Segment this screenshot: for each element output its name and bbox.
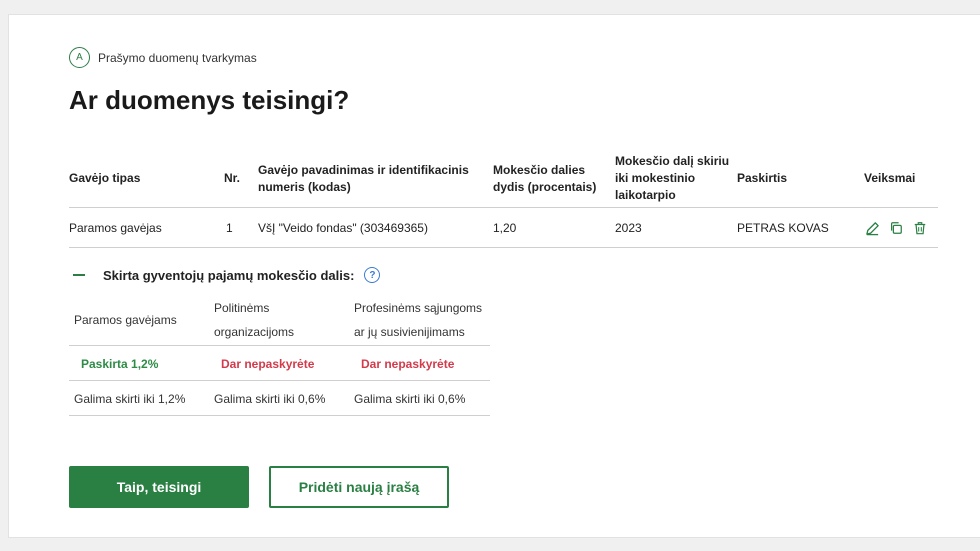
allocation-limit: Galima skirti iki 0,6% bbox=[214, 391, 326, 406]
allocation-header-row: Paramos gavėjams Politinėms organizacijo… bbox=[69, 293, 490, 346]
delete-icon[interactable] bbox=[912, 220, 928, 236]
col-header-share: Mokesčio dalies dydis (procentais) bbox=[493, 162, 597, 194]
allocation-section-header: Skirta gyventojų pajamų mokesčio dalis: … bbox=[73, 267, 381, 283]
content-card: A Prašymo duomenų tvarkymas Ar duomenys … bbox=[8, 14, 980, 538]
cell-nr: 1 bbox=[226, 221, 233, 235]
help-icon[interactable]: ? bbox=[364, 267, 381, 283]
table-header: Gavėjo tipas Nr. Gavėjo pavadinimas ir i… bbox=[69, 149, 938, 208]
table-row: Paramos gavėjas 1 VšĮ "Veido fondas" (30… bbox=[69, 208, 938, 248]
edit-icon[interactable] bbox=[864, 220, 880, 236]
collapse-icon[interactable] bbox=[73, 274, 85, 276]
col-header-nr: Nr. bbox=[224, 171, 241, 185]
page-title: Ar duomenys teisingi? bbox=[69, 85, 350, 115]
allocation-status-row: Paskirta 1,2% Dar nepaskyrėte Dar nepask… bbox=[69, 346, 490, 381]
allocation-limit: Galima skirti iki 1,2% bbox=[74, 391, 186, 406]
col-header-type: Gavėjo tipas bbox=[69, 171, 141, 185]
allocation-status: Paskirta 1,2% bbox=[81, 356, 159, 371]
cell-type: Paramos gavėjas bbox=[69, 221, 162, 235]
allocation-limit-row: Galima skirti iki 1,2% Galima skirti iki… bbox=[69, 381, 490, 416]
allocation-heading: Skirta gyventojų pajamų mokesčio dalis: bbox=[103, 267, 355, 283]
cell-actions bbox=[864, 208, 938, 248]
step-indicator: A Prašymo duomenų tvarkymas bbox=[69, 47, 257, 68]
allocation-status: Dar nepaskyrėte bbox=[221, 356, 315, 371]
add-record-button[interactable]: Pridėti naują įrašą bbox=[269, 466, 449, 508]
recipients-table: Gavėjo tipas Nr. Gavėjo pavadinimas ir i… bbox=[69, 149, 938, 248]
col-header-actions: Veiksmai bbox=[864, 171, 916, 185]
col-header-period: Mokesčio dalį skiriu iki mokestinio laik… bbox=[615, 154, 730, 202]
step-badge: A bbox=[69, 47, 90, 68]
cell-assignee: PETRAS KOVAS bbox=[737, 221, 829, 235]
step-label: Prašymo duomenų tvarkymas bbox=[98, 50, 257, 65]
cell-share: 1,20 bbox=[493, 221, 517, 235]
allocation-status: Dar nepaskyrėte bbox=[361, 356, 455, 371]
allocation-col-header: Politinėms organizacijoms bbox=[214, 300, 295, 339]
col-header-assignee: Paskirtis bbox=[737, 171, 788, 185]
allocation-col-header: Paramos gavėjams bbox=[74, 312, 177, 327]
cell-period: 2023 bbox=[615, 221, 642, 235]
copy-icon[interactable] bbox=[888, 220, 904, 236]
cell-name: VšĮ "Veido fondas" (303469365) bbox=[258, 221, 428, 235]
confirm-button[interactable]: Taip, teisingi bbox=[69, 466, 249, 508]
col-header-name: Gavėjo pavadinimas ir identifikacinis nu… bbox=[258, 162, 469, 194]
allocation-limit: Galima skirti iki 0,6% bbox=[354, 391, 466, 406]
allocation-table: Paramos gavėjams Politinėms organizacijo… bbox=[69, 293, 490, 416]
allocation-col-header: Profesinėms sąjungoms ar jų susivienijim… bbox=[354, 300, 483, 339]
